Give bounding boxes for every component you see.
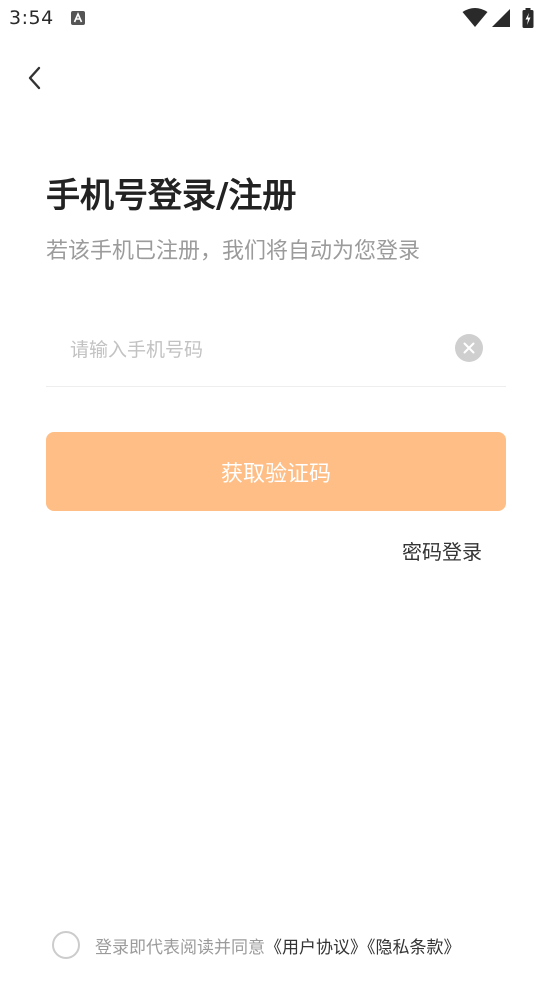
page-subtitle: 若该手机已注册，我们将自动为您登录 bbox=[46, 239, 421, 264]
chevron-left-icon bbox=[28, 66, 41, 90]
signal-icon bbox=[492, 9, 510, 27]
clear-input-button[interactable] bbox=[455, 334, 483, 362]
status-time: 3:54 bbox=[9, 7, 54, 29]
wifi-icon bbox=[462, 8, 488, 27]
privacy-policy-link[interactable]: 《隐私条款》 bbox=[367, 938, 461, 958]
page-title: 手机号登录/注册 bbox=[46, 176, 297, 216]
app-notification-icon bbox=[71, 11, 85, 25]
agree-checkbox[interactable] bbox=[52, 931, 80, 959]
password-login-link[interactable]: 密码登录 bbox=[402, 536, 482, 565]
status-icons bbox=[462, 8, 542, 28]
back-button[interactable] bbox=[20, 60, 50, 96]
user-agreement-link[interactable]: 《用户协议》 bbox=[265, 938, 367, 958]
phone-input[interactable] bbox=[70, 330, 440, 370]
battery-icon bbox=[522, 8, 534, 28]
agreement-text: 登录即代表阅读并同意《用户协议》《隐私条款》 bbox=[95, 933, 461, 958]
clear-circle-icon bbox=[463, 342, 475, 354]
agreement-prefix: 登录即代表阅读并同意 bbox=[95, 938, 265, 958]
phone-field bbox=[46, 322, 506, 387]
get-verification-code-button[interactable]: 获取验证码 bbox=[46, 432, 506, 511]
agreement: 登录即代表阅读并同意《用户协议》《隐私条款》 bbox=[52, 930, 532, 960]
status-bar: 3:54 bbox=[0, 0, 552, 38]
